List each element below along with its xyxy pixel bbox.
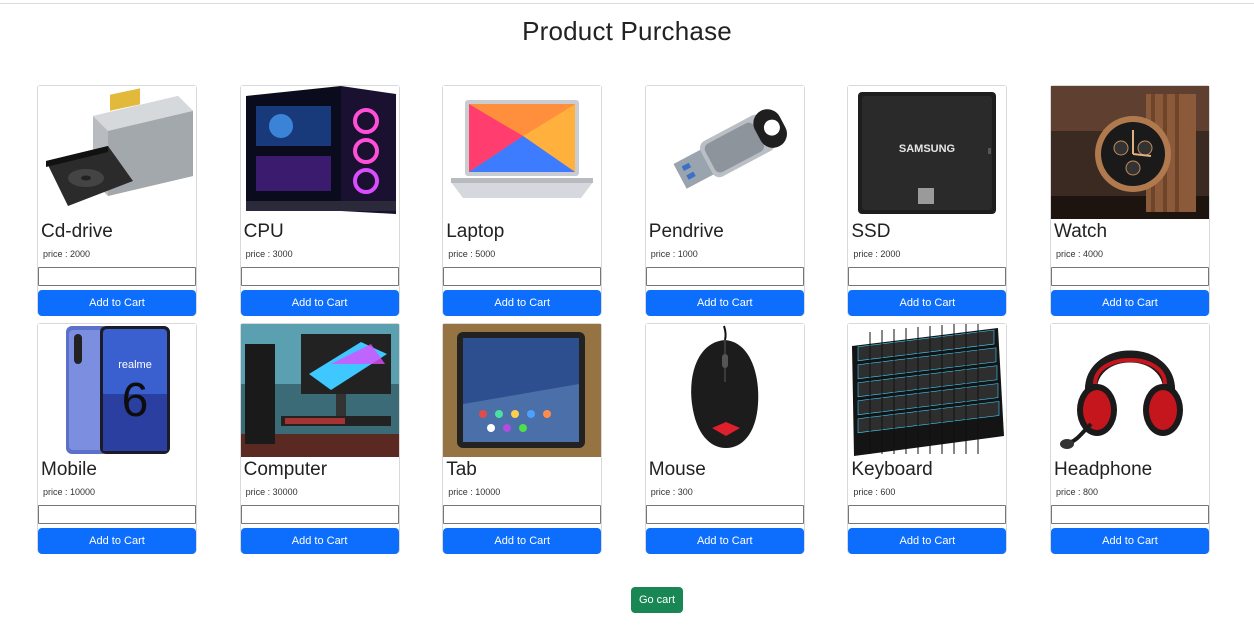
- add-to-cart-button[interactable]: Add to Cart: [38, 528, 196, 554]
- top-divider: [0, 3, 1254, 4]
- go-cart-button[interactable]: Go cart: [631, 587, 683, 613]
- product-name: Mobile: [41, 459, 97, 480]
- product-price: price : 30000: [245, 487, 298, 497]
- quantity-input[interactable]: [848, 505, 1007, 524]
- add-to-cart-button[interactable]: Add to Cart: [1050, 528, 1209, 554]
- product-card-computer: Computer price : 30000 Add to Cart: [239, 323, 400, 554]
- product-price: price : 4000: [1055, 249, 1103, 259]
- add-to-cart-button[interactable]: Add to Cart: [645, 528, 804, 554]
- quantity-input[interactable]: [443, 267, 602, 286]
- pendrive-image: [645, 86, 804, 219]
- quantity-input[interactable]: [1050, 505, 1209, 524]
- quantity-input[interactable]: [240, 505, 399, 524]
- add-to-cart-button[interactable]: Add to Cart: [1050, 290, 1209, 316]
- product-card-ssd: SAMSUNG SSD price : 2000 Add to Cart: [847, 85, 1008, 316]
- quantity-input[interactable]: [38, 505, 196, 524]
- product-card-headphone: Headphone price : 800 Add to Cart: [1049, 323, 1210, 554]
- product-name: Laptop: [446, 221, 505, 242]
- add-to-cart-button[interactable]: Add to Cart: [443, 290, 602, 316]
- quantity-input[interactable]: [645, 267, 804, 286]
- product-card-mobile: realme 6 Mobile price : 10000 Add to Car…: [37, 323, 197, 554]
- phone-model-text: 6: [122, 374, 149, 427]
- product-price: price : 10000: [448, 487, 501, 497]
- tablet-image: [443, 324, 602, 457]
- add-to-cart-button[interactable]: Add to Cart: [848, 528, 1007, 554]
- product-price: price : 3000: [245, 249, 293, 259]
- product-name: Cd-drive: [41, 221, 113, 242]
- product-card-cpu: CPU price : 3000 Add to Cart: [239, 85, 400, 316]
- add-to-cart-button[interactable]: Add to Cart: [645, 290, 804, 316]
- product-name: Mouse: [648, 459, 706, 480]
- headphone-image: [1050, 324, 1209, 457]
- ssd-brand-text: SAMSUNG: [899, 143, 955, 155]
- quantity-input[interactable]: [443, 505, 602, 524]
- quantity-input[interactable]: [38, 267, 196, 286]
- product-name: Watch: [1053, 221, 1108, 242]
- quantity-input[interactable]: [1050, 267, 1209, 286]
- product-name: Pendrive: [648, 221, 724, 242]
- mouse-image: [645, 324, 804, 457]
- computer-image: [240, 324, 399, 457]
- cd-drive-image: [38, 86, 196, 219]
- page-title: Product Purchase: [522, 16, 732, 46]
- quantity-input[interactable]: [848, 267, 1007, 286]
- product-card-cd-drive: Cd-drive price : 2000 Add to Cart: [37, 85, 197, 316]
- product-name: Tab: [446, 459, 477, 480]
- add-to-cart-button[interactable]: Add to Cart: [240, 528, 399, 554]
- product-price: price : 800: [1055, 487, 1098, 497]
- quantity-input[interactable]: [240, 267, 399, 286]
- add-to-cart-button[interactable]: Add to Cart: [848, 290, 1007, 316]
- product-price: price : 600: [853, 487, 896, 497]
- product-name: Headphone: [1053, 459, 1153, 480]
- product-name: Computer: [243, 459, 328, 480]
- product-price: price : 300: [650, 487, 693, 497]
- product-grid: Cd-drive price : 2000 Add to Cart CPU pr…: [37, 85, 1210, 554]
- product-name: SSD: [851, 221, 891, 242]
- add-to-cart-button[interactable]: Add to Cart: [38, 290, 196, 316]
- quantity-input[interactable]: [645, 505, 804, 524]
- product-price: price : 1000: [650, 249, 698, 259]
- add-to-cart-button[interactable]: Add to Cart: [443, 528, 602, 554]
- ssd-image: SAMSUNG: [848, 86, 1007, 219]
- product-name: Keyboard: [851, 459, 933, 480]
- keyboard-image: [848, 324, 1007, 457]
- add-to-cart-button[interactable]: Add to Cart: [240, 290, 399, 316]
- product-name: CPU: [243, 221, 284, 242]
- product-card-keyboard: Keyboard price : 600 Add to Cart: [847, 323, 1008, 554]
- product-card-mouse: Mouse price : 300 Add to Cart: [644, 323, 805, 554]
- watch-image: [1050, 86, 1209, 219]
- product-card-watch: Watch price : 4000 Add to Cart: [1049, 85, 1210, 316]
- product-price: price : 2000: [853, 249, 901, 259]
- phone-brand-text: realme: [118, 359, 152, 371]
- product-price: price : 5000: [448, 249, 496, 259]
- mobile-image: realme 6: [38, 324, 196, 457]
- product-price: price : 2000: [43, 249, 91, 259]
- laptop-image: [443, 86, 602, 219]
- product-price: price : 10000: [43, 487, 96, 497]
- cpu-image: [240, 86, 399, 219]
- product-card-laptop: Laptop price : 5000 Add to Cart: [442, 85, 603, 316]
- product-card-pendrive: Pendrive price : 1000 Add to Cart: [644, 85, 805, 316]
- product-card-tab: Tab price : 10000 Add to Cart: [442, 323, 603, 554]
